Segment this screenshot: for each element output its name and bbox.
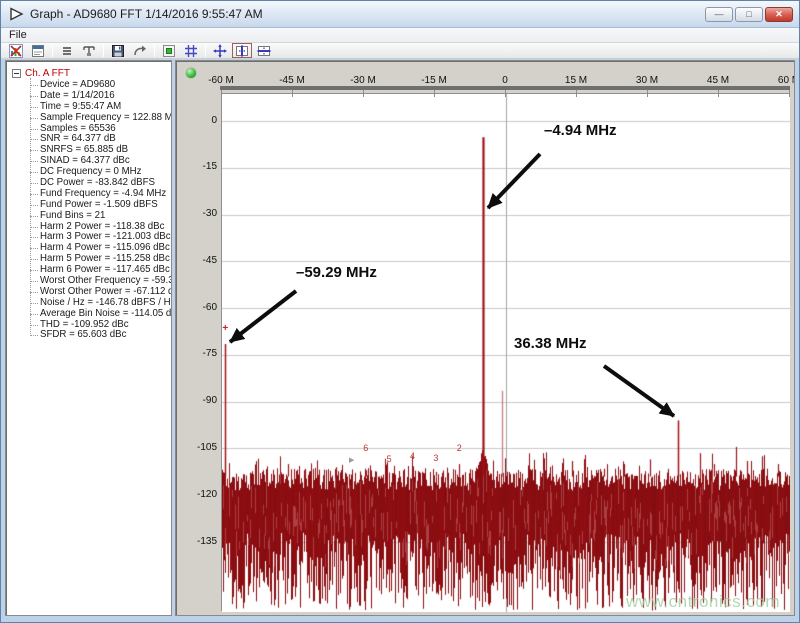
x-tick-mark bbox=[576, 90, 577, 97]
window-controls: —□✕ bbox=[705, 7, 793, 22]
menu-bar: File bbox=[1, 28, 799, 43]
x-tick-mark bbox=[789, 90, 790, 97]
grid-icon[interactable] bbox=[181, 43, 201, 58]
x-tick-mark bbox=[292, 90, 293, 97]
y-tick-label: -105 bbox=[176, 442, 217, 453]
main-area: Ch. A FFT Device = AD9680Date = 1/14/201… bbox=[5, 60, 795, 616]
tree-item[interactable]: Sample Frequency = 122.88 MHz bbox=[30, 113, 171, 124]
tree-item[interactable]: SFDR = 65.603 dBc bbox=[30, 330, 171, 341]
titlebar: Graph - AD9680 FFT 1/14/2016 9:55:47 AM … bbox=[1, 1, 799, 28]
toolbar-separator bbox=[103, 44, 104, 57]
x-tick-mark bbox=[718, 90, 719, 97]
x-tick-mark bbox=[434, 90, 435, 97]
x-tick-mark bbox=[647, 90, 648, 97]
minimize-button[interactable]: — bbox=[705, 7, 733, 22]
toolbar-separator bbox=[52, 44, 53, 57]
app-play-icon bbox=[9, 7, 24, 21]
x-tick-label: 0 bbox=[502, 75, 508, 86]
harmonic-marker-3: 3 bbox=[433, 453, 438, 463]
x-tick-mark bbox=[221, 90, 222, 97]
toolbar-separator bbox=[154, 44, 155, 57]
x-tick-label: -15 M bbox=[421, 75, 447, 86]
harmonic-marker-5: 5 bbox=[387, 454, 392, 464]
fft-canvas[interactable] bbox=[222, 94, 790, 612]
tree-item[interactable]: Average Bin Noise = -114.05 dBFS bbox=[30, 309, 171, 320]
y-tick-label: -30 bbox=[176, 208, 217, 219]
pan-zoom-icon[interactable] bbox=[210, 43, 230, 58]
tree-items: Device = AD9680Date = 1/14/2016Time = 9:… bbox=[30, 80, 171, 341]
x-tick-label: 30 M bbox=[636, 75, 658, 86]
x-tick-label: -60 M bbox=[208, 75, 234, 86]
harmonic-marker-4: 4 bbox=[410, 451, 415, 461]
split-horizontal-icon[interactable] bbox=[254, 43, 274, 58]
harmonic-marker-2: 2 bbox=[457, 443, 462, 453]
y-tick-label: -45 bbox=[176, 255, 217, 266]
window-title: Graph - AD9680 FFT 1/14/2016 9:55:47 AM bbox=[30, 7, 705, 21]
y-tick-label: -15 bbox=[176, 161, 217, 172]
y-tick-label: -75 bbox=[176, 348, 217, 359]
peak-annotation-label: –4.94 MHz bbox=[544, 122, 617, 139]
peak-annotation-label: 36.38 MHz bbox=[514, 335, 587, 352]
list-icon[interactable] bbox=[57, 43, 77, 58]
split-vertical-icon[interactable] bbox=[232, 43, 252, 58]
status-led-icon bbox=[186, 68, 196, 78]
tree-root-row[interactable]: Ch. A FFT bbox=[12, 67, 171, 79]
chart-panel: +2 3 4 5 6 ▶ –4.94 MHz –59.29 MHz 36.38 MHz www.… bbox=[175, 60, 795, 616]
x-tick-label: 60 M bbox=[778, 75, 795, 86]
app-window: Graph - AD9680 FFT 1/14/2016 9:55:47 AM … bbox=[0, 0, 800, 623]
y-tick-label: -60 bbox=[176, 302, 217, 313]
chart-color-icon[interactable] bbox=[6, 43, 26, 58]
limits-icon[interactable] bbox=[79, 43, 99, 58]
close-button[interactable]: ✕ bbox=[765, 7, 793, 22]
x-tick-label: -45 M bbox=[279, 75, 305, 86]
peak-annotation-label: –59.29 MHz bbox=[296, 264, 377, 281]
peak-plus-marker: + bbox=[222, 325, 228, 333]
save-icon[interactable] bbox=[108, 43, 128, 58]
menu-file[interactable]: File bbox=[1, 28, 35, 43]
y-tick-label: -135 bbox=[176, 536, 217, 547]
x-tick-mark bbox=[363, 90, 364, 97]
x-tick-label: 45 M bbox=[707, 75, 729, 86]
fft-plot[interactable]: +2 3 4 5 6 ▶ –4.94 MHz –59.29 MHz 36.38 MHz bbox=[221, 93, 789, 611]
x-tick-label: 15 M bbox=[565, 75, 587, 86]
watermark: www.cntronics.com bbox=[626, 592, 780, 612]
properties-window-icon[interactable] bbox=[28, 43, 48, 58]
collapse-icon[interactable] bbox=[12, 69, 21, 78]
toolbar bbox=[1, 43, 799, 59]
y-tick-label: -90 bbox=[176, 395, 217, 406]
parameter-tree-panel: Ch. A FFT Device = AD9680Date = 1/14/201… bbox=[5, 60, 172, 616]
cursor-arrow-icon: ▶ bbox=[349, 457, 354, 464]
tree-item[interactable]: Fund Bins = 21 bbox=[30, 211, 171, 222]
export-icon[interactable] bbox=[130, 43, 150, 58]
toolbar-separator bbox=[205, 44, 206, 57]
x-tick-label: -30 M bbox=[350, 75, 376, 86]
tree-root-label: Ch. A FFT bbox=[25, 68, 70, 79]
maximize-button[interactable]: □ bbox=[735, 7, 763, 22]
harmonic-marker-6: 6 bbox=[363, 443, 368, 453]
x-tick-mark bbox=[505, 90, 506, 97]
y-tick-label: -120 bbox=[176, 489, 217, 500]
y-tick-label: 0 bbox=[176, 115, 217, 126]
marker-icon[interactable] bbox=[159, 43, 179, 58]
